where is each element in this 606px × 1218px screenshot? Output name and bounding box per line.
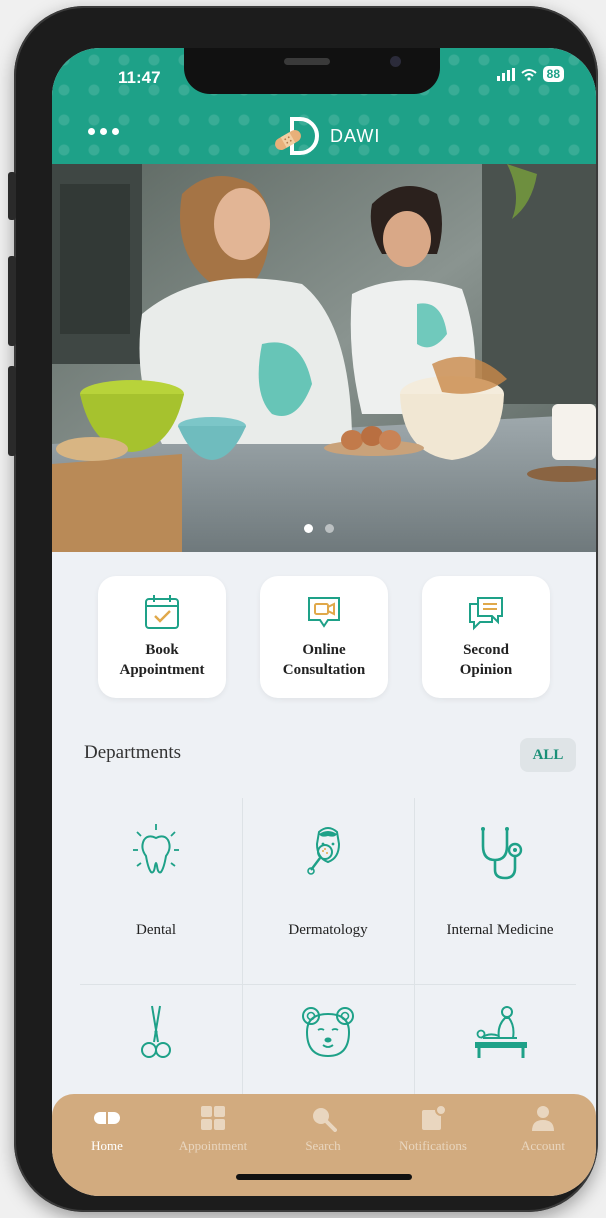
surgical-scissors-icon xyxy=(141,1005,171,1058)
silent-switch xyxy=(8,172,16,220)
stethoscope-icon xyxy=(481,827,523,880)
menu-dots-icon[interactable] xyxy=(88,128,119,135)
teddy-bear-icon xyxy=(302,1007,354,1058)
notch xyxy=(184,48,440,94)
tab-search[interactable]: Search xyxy=(278,1104,368,1154)
wifi-icon xyxy=(520,68,537,81)
speaker-grille xyxy=(284,58,330,65)
department-dental[interactable]: Dental xyxy=(70,798,242,984)
department-internal-medicine[interactable]: Internal Medicine xyxy=(414,798,586,984)
carousel-indicators[interactable] xyxy=(304,524,334,533)
battery-level: 88 xyxy=(542,66,564,82)
all-departments-button[interactable]: ALL xyxy=(520,738,576,772)
second-opinion-button[interactable]: Second Opinion xyxy=(422,576,550,698)
front-camera xyxy=(390,56,401,67)
online-consultation-label: Online Consultation xyxy=(282,642,366,678)
phone-frame: 11:47 88 DAWI Book Appointment Online Co… xyxy=(8,6,598,1212)
search-icon xyxy=(313,1108,337,1132)
tab-home[interactable]: Home xyxy=(62,1104,152,1154)
departments-grid: Dental Dermatology Internal Medicine xyxy=(70,798,586,1134)
video-chat-icon xyxy=(308,597,340,628)
dawi-logo-icon xyxy=(275,117,319,155)
dermatology-face-icon xyxy=(307,827,341,875)
tab-appointment[interactable]: Appointment xyxy=(168,1104,258,1154)
book-appointment-button[interactable]: Book Appointment xyxy=(98,576,226,698)
department-label: Dermatology xyxy=(288,922,368,938)
tab-label: Account xyxy=(520,1138,566,1153)
hero-photo xyxy=(52,164,596,552)
status-time: 11:47 xyxy=(118,68,161,87)
department-dermatology[interactable]: Dermatology xyxy=(242,798,414,984)
volume-up-button xyxy=(8,256,16,346)
volume-down-button xyxy=(8,366,16,456)
second-opinion-label: Second Opinion xyxy=(459,642,513,678)
department-label: Internal Medicine xyxy=(446,922,554,938)
quick-actions: Book Appointment Online Consultation Sec… xyxy=(52,576,596,700)
status-icons: 88 xyxy=(496,66,564,82)
tab-notifications[interactable]: Notifications xyxy=(388,1104,478,1154)
book-appointment-label: Book Appointment xyxy=(119,642,205,678)
signal-icon xyxy=(496,67,515,81)
home-pill-icon xyxy=(94,1112,120,1124)
online-consultation-button[interactable]: Online Consultation xyxy=(260,576,388,698)
bottom-tab-bar: Home Appointment Search Notifications Ac… xyxy=(52,1094,596,1196)
hero-banner[interactable] xyxy=(52,164,596,552)
tab-label: Search xyxy=(305,1138,341,1153)
home-indicator[interactable] xyxy=(236,1174,412,1180)
physiotherapy-icon xyxy=(475,1006,527,1058)
tooth-icon xyxy=(133,824,179,874)
brand: DAWI xyxy=(272,116,380,156)
screen: 11:47 88 DAWI Book Appointment Online Co… xyxy=(52,48,596,1196)
calendar-check-icon xyxy=(145,595,179,629)
department-label: Dental xyxy=(136,922,176,938)
tab-label: Appointment xyxy=(178,1138,248,1153)
carousel-dot-2[interactable] xyxy=(325,524,334,533)
chat-bubbles-icon xyxy=(469,597,503,631)
tab-account[interactable]: Account xyxy=(498,1104,588,1154)
grid-icon xyxy=(201,1106,225,1130)
carousel-dot-1[interactable] xyxy=(304,524,313,533)
account-icon xyxy=(532,1106,554,1131)
brand-name: DAWI xyxy=(330,125,381,146)
notification-icon xyxy=(422,1104,447,1130)
tab-label: Notifications xyxy=(399,1138,467,1153)
departments-title: Departments xyxy=(84,742,182,763)
tab-label: Home xyxy=(91,1138,123,1153)
